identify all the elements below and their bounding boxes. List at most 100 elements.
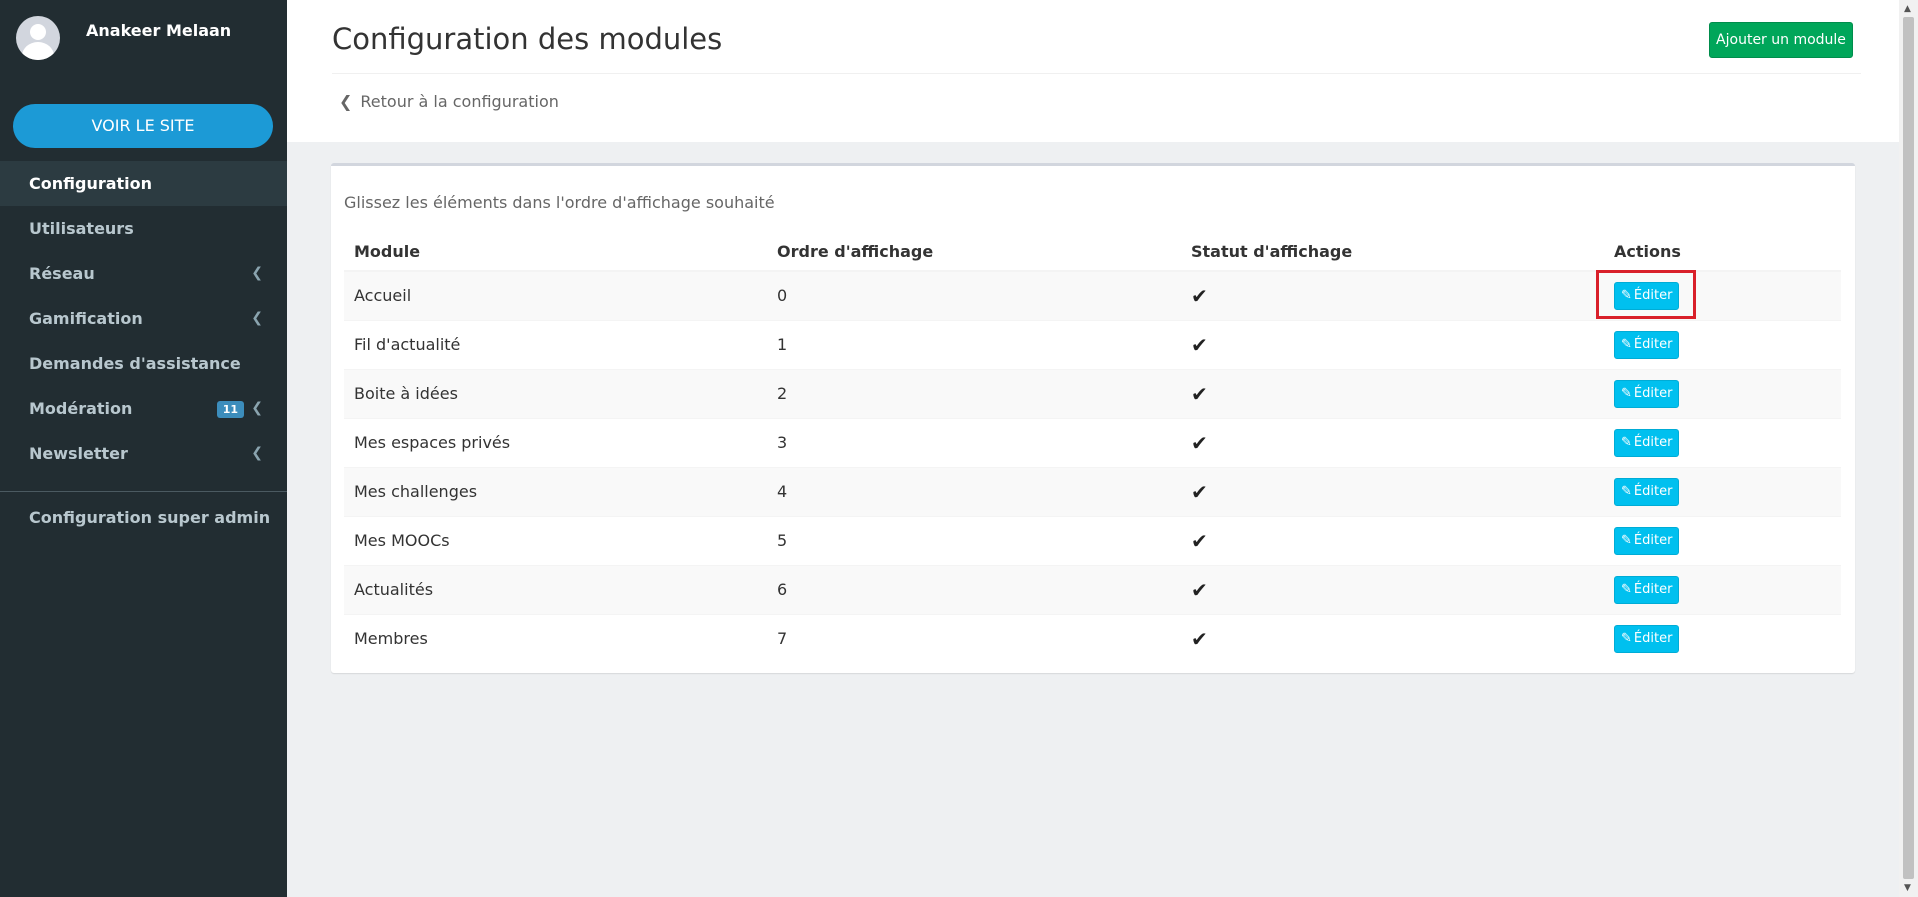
column-header-order[interactable]: Ordre d'affichage [767,232,1181,272]
display-order-cell: 6 [767,564,1181,614]
edit-button[interactable]: ✎ Éditer [1614,575,1680,604]
sidebar-item-utilisateurs[interactable]: Utilisateurs [0,206,287,251]
sidebar-item-super-admin[interactable]: Configuration super admin [29,508,270,527]
actions-cell: ✎ Éditer [1604,564,1841,614]
pencil-icon: ✎ [1621,630,1632,646]
back-to-configuration-link[interactable]: ❮ Retour à la configuration [339,92,559,111]
display-order-cell: 4 [767,466,1181,516]
display-status-cell: ✔ [1181,466,1604,516]
sidebar-item-newsletter[interactable]: Newsletter ❮ [0,431,287,476]
page-scrollbar[interactable]: ▲ ▼ [1899,0,1918,897]
sidebar-menu: Configuration Utilisateurs Réseau ❮ Gami… [0,161,287,492]
check-icon: ✔ [1191,430,1208,455]
edit-button[interactable]: ✎ Éditer [1614,379,1680,408]
avatar-body-shape [22,42,54,60]
page-title: Configuration des modules [332,22,723,56]
display-status-cell: ✔ [1181,613,1604,663]
chevron-left-icon: ❮ [251,310,263,326]
visit-site-button[interactable]: VOIR LE SITE [13,104,273,148]
header-divider [332,73,1861,74]
edit-button-label: Éditer [1633,581,1673,597]
display-order-cell: 7 [767,613,1181,663]
pencil-icon: ✎ [1621,483,1632,499]
table-header-row: Module Ordre d'affichage Statut d'affich… [344,232,1841,272]
scroll-thumb[interactable] [1903,17,1914,879]
check-icon: ✔ [1191,577,1208,602]
pencil-icon: ✎ [1621,336,1632,352]
chevron-left-icon: ❮ [251,445,263,461]
table-row[interactable]: Fil d'actualité 1 ✔ ✎ Éditer [344,319,1841,369]
edit-button[interactable]: ✎ Éditer [1614,477,1680,506]
column-header-status[interactable]: Statut d'affichage [1181,232,1604,272]
drag-hint: Glissez les éléments dans l'ordre d'affi… [344,193,775,212]
module-name-cell: Mes challenges [344,466,767,516]
sidebar-item-label: Demandes d'assistance [29,354,241,373]
actions-cell: ✎ Éditer [1604,466,1841,516]
module-name-cell: Mes espaces privés [344,417,767,467]
display-order-cell: 2 [767,368,1181,418]
edit-button-label: Éditer [1633,385,1673,401]
display-status-cell: ✔ [1181,368,1604,418]
actions-cell: ✎ Éditer [1604,368,1841,418]
edit-button-label: Éditer [1633,434,1673,450]
sidebar: Anakeer Melaan VOIR LE SITE Configuratio… [0,0,287,897]
add-module-button[interactable]: Ajouter un module [1709,22,1853,58]
module-name-cell: Mes MOOCs [344,515,767,565]
column-header-actions: Actions [1604,232,1841,272]
display-status-cell: ✔ [1181,319,1604,369]
check-icon: ✔ [1191,381,1208,406]
table-row[interactable]: Mes MOOCs 5 ✔ ✎ Éditer [344,515,1841,565]
column-header-module[interactable]: Module [344,232,767,272]
module-name-cell: Accueil [344,270,767,320]
pencil-icon: ✎ [1621,532,1632,548]
sidebar-item-moderation[interactable]: Modération 11 ❮ [0,386,287,431]
sidebar-item-label: Modération [29,399,133,418]
actions-cell: ✎ Éditer [1604,515,1841,565]
sidebar-item-demandes-assistance[interactable]: Demandes d'assistance [0,341,287,386]
check-icon: ✔ [1191,332,1208,357]
edit-button-label: Éditer [1633,483,1673,499]
check-icon: ✔ [1191,479,1208,504]
back-link-label: Retour à la configuration [360,92,559,111]
modules-box: Glissez les éléments dans l'ordre d'affi… [331,163,1855,673]
table-row[interactable]: Actualités 6 ✔ ✎ Éditer [344,564,1841,614]
check-icon: ✔ [1191,283,1208,308]
scroll-down-arrow-icon[interactable]: ▼ [1904,883,1911,893]
user-panel: Anakeer Melaan [0,0,287,90]
actions-cell: ✎ Éditer [1604,417,1841,467]
display-status-cell: ✔ [1181,417,1604,467]
actions-cell: ✎ Éditer [1604,613,1841,663]
display-status-cell: ✔ [1181,564,1604,614]
edit-button[interactable]: ✎ Éditer [1614,428,1680,457]
table-row[interactable]: Membres 7 ✔ ✎ Éditer [344,613,1841,663]
check-icon: ✔ [1191,528,1208,553]
scroll-up-arrow-icon[interactable]: ▲ [1904,4,1911,14]
edit-button[interactable]: ✎ Éditer [1614,624,1680,653]
sidebar-item-configuration[interactable]: Configuration [0,161,287,206]
chevron-left-icon: ❮ [339,92,353,111]
display-order-cell: 0 [767,270,1181,320]
actions-cell: ✎ Éditer [1604,319,1841,369]
edit-button-label: Éditer [1633,532,1673,548]
pencil-icon: ✎ [1621,434,1632,450]
table-row[interactable]: Mes espaces privés 3 ✔ ✎ Éditer [344,417,1841,467]
edit-button-label: Éditer [1633,336,1673,352]
sidebar-item-label: Réseau [29,264,95,283]
moderation-count-badge: 11 [216,401,244,418]
avatar[interactable] [16,16,60,60]
edit-button[interactable]: ✎ Éditer [1614,526,1680,555]
sidebar-item-label: Utilisateurs [29,219,134,238]
sidebar-item-label: Newsletter [29,444,128,463]
sidebar-item-gamification[interactable]: Gamification ❮ [0,296,287,341]
display-order-cell: 1 [767,319,1181,369]
edit-button-highlight [1596,270,1696,319]
chevron-left-icon: ❮ [251,265,263,281]
module-name-cell: Boite à idées [344,368,767,418]
table-row[interactable]: Boite à idées 2 ✔ ✎ Éditer [344,368,1841,418]
display-status-cell: ✔ [1181,270,1604,320]
pencil-icon: ✎ [1621,385,1632,401]
table-row[interactable]: Mes challenges 4 ✔ ✎ Éditer [344,466,1841,516]
edit-button[interactable]: ✎ Éditer [1614,330,1680,359]
edit-button-label: Éditer [1633,630,1673,646]
sidebar-item-reseau[interactable]: Réseau ❮ [0,251,287,296]
